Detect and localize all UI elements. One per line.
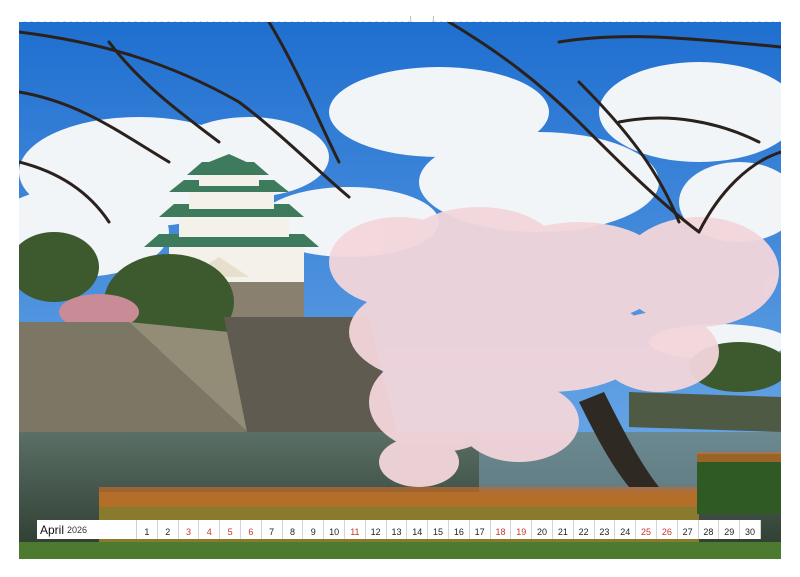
calendar-day: 22 [574, 520, 595, 539]
calendar-day: 24 [615, 520, 637, 539]
calendar-day-number: 21 [557, 527, 568, 537]
calendar-day: 27 [678, 520, 699, 539]
calendar-day-number: 7 [269, 527, 275, 537]
calendar-day: 3 [179, 520, 200, 539]
calendar-day-number: 14 [412, 527, 423, 537]
calendar-day-number: 19 [516, 527, 527, 537]
calendar-day-number: 12 [370, 527, 381, 537]
calendar-day: 15 [428, 520, 449, 539]
calendar-day-number: 6 [248, 527, 254, 537]
calendar-day-number: 9 [310, 527, 316, 537]
calendar-day-number: 26 [661, 527, 672, 537]
calendar-day-number: 20 [537, 527, 548, 537]
calendar-day: 10 [324, 520, 345, 539]
calendar-month-label: April 2026 [37, 520, 137, 539]
calendar-day: 13 [387, 520, 408, 539]
month-name: April [40, 522, 65, 537]
calendar-day-number: 30 [745, 527, 756, 537]
calendar-day-number: 10 [329, 527, 340, 537]
calendar-day: 2 [158, 520, 179, 539]
calendar-day-number: 5 [227, 527, 233, 537]
month-year: 2026 [67, 525, 88, 535]
calendar-day-number: 25 [641, 527, 652, 537]
calendar-day: 8 [283, 520, 304, 539]
calendar-day: 20 [532, 520, 553, 539]
calendar-day-number: 1 [144, 527, 150, 537]
calendar-day-number: 17 [474, 527, 485, 537]
calendar-day-number: 13 [391, 527, 402, 537]
calendar-days: 1 2 3 4 5 6 7 8 9 10 11 12 13 14 15 16 17 18 19 20 21 22 23 24 2… [137, 520, 761, 539]
calendar-day-number: 8 [289, 527, 295, 537]
calendar-day-number: 29 [724, 527, 735, 537]
calendar-day: 26 [657, 520, 678, 539]
calendar-day-number: 16 [453, 527, 464, 537]
calendar-day-number: 22 [578, 527, 589, 537]
calendar-day-number: 23 [599, 527, 610, 537]
calendar-day-number: 3 [185, 527, 191, 537]
calendar-day-number: 4 [206, 527, 212, 537]
calendar-photo-osaka-castle [19, 22, 781, 559]
calendar-day: 18 [491, 520, 512, 539]
calendar-day: 4 [199, 520, 221, 539]
calendar-day: 1 [137, 520, 158, 539]
calendar-day: 23 [595, 520, 616, 539]
calendar-day-number: 2 [165, 527, 171, 537]
calendar-day-number: 28 [703, 527, 714, 537]
calendar-day: 25 [636, 520, 657, 539]
calendar-day: 28 [699, 520, 720, 539]
calendar-day-number: 18 [495, 527, 506, 537]
calendar-day: 19 [511, 520, 533, 539]
calendar-day: 9 [303, 520, 325, 539]
calendar-day: 29 [719, 520, 741, 539]
calendar-day: 21 [553, 520, 574, 539]
calendar-day: 7 [262, 520, 283, 539]
calendar-day: 16 [449, 520, 470, 539]
calendar-day-number: 24 [620, 527, 631, 537]
calendar-day-number: 11 [350, 527, 360, 537]
calendar-day-number: 27 [682, 527, 693, 537]
calendar-strip: April 2026 1 2 3 4 5 6 7 8 9 10 11 12 13 14 15 16 17 18 19… [37, 520, 761, 539]
calendar-day: 12 [366, 520, 387, 539]
calendar-day: 30 [740, 520, 761, 539]
calendar-day: 11 [345, 520, 366, 539]
calendar-day: 17 [470, 520, 491, 539]
calendar-day: 6 [241, 520, 262, 539]
calendar-day-number: 15 [433, 527, 444, 537]
calendar-day: 5 [220, 520, 241, 539]
calendar-day: 14 [407, 520, 429, 539]
